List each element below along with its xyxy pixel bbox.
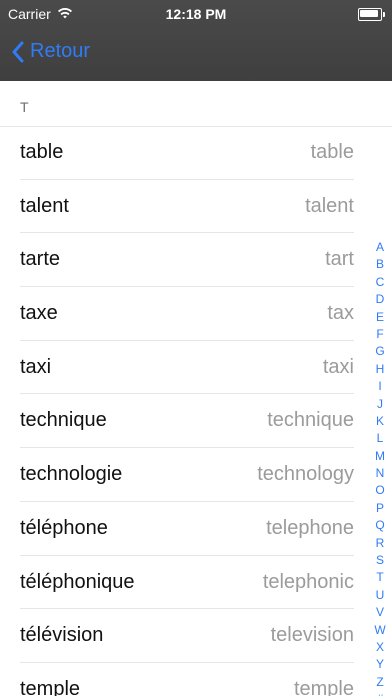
index-letter[interactable]: P [372,500,388,517]
index-letter[interactable]: T [372,569,388,586]
list-item[interactable]: téléphonique telephonic [0,556,392,610]
index-letter[interactable]: E [372,309,388,326]
french-word: technique [20,409,107,432]
word-list-content[interactable]: T table table talent talent tarte tart t… [0,81,392,696]
index-letter[interactable]: G [372,343,388,360]
list-item[interactable]: télévision television [0,609,392,663]
index-letter[interactable]: U [372,587,388,604]
index-letter[interactable]: C [372,274,388,291]
index-letter[interactable]: H [372,361,388,378]
english-translation: table [310,141,354,163]
list-item[interactable]: taxi taxi [0,341,392,395]
index-letter[interactable]: A [372,239,388,256]
french-word: taxe [20,302,58,325]
index-letter[interactable]: R [372,535,388,552]
index-letter[interactable]: Y [372,656,388,673]
list-item[interactable]: technique technique [0,394,392,448]
word-list[interactable]: table table talent talent tarte tart tax… [0,126,392,696]
french-word: téléphone [20,516,108,539]
back-label: Retour [30,40,91,62]
english-translation: tart [325,248,354,271]
index-letter[interactable]: J [372,396,388,413]
index-letter[interactable]: B [372,256,388,273]
status-bar: Carrier 12:18 PM [0,0,392,28]
french-word: temple [20,677,81,696]
french-word: table [20,141,64,163]
english-translation: television [270,624,354,647]
english-translation: telephonic [262,570,354,593]
navigation-bar: Retour [0,28,392,81]
index-letter[interactable]: X [372,639,388,656]
english-translation: technology [257,463,354,486]
index-letter[interactable]: I [372,378,388,395]
top-bar: Carrier 12:18 PM Retour [0,0,392,81]
index-letter[interactable]: D [372,291,388,308]
list-item[interactable]: temple temple [0,663,392,696]
index-letter[interactable]: Q [372,517,388,534]
battery-icon [358,8,385,21]
time-label: 12:18 PM [165,6,227,22]
index-letter[interactable]: Z [372,674,388,691]
french-word: télévision [20,624,104,647]
index-letter[interactable]: O [372,482,388,499]
english-translation: taxi [322,355,354,378]
english-translation: telephone [266,516,354,539]
index-letter[interactable]: M [372,448,388,465]
alphabet-index[interactable]: ABCDEFGHIJKLMNOPQRSTUVWXYZ# [372,239,388,696]
french-word: taxi [20,355,52,378]
back-button[interactable]: Retour [10,40,90,63]
index-letter[interactable]: # [372,691,388,696]
list-item[interactable]: taxe tax [0,287,392,341]
english-translation: talent [305,194,354,217]
list-item[interactable]: tarte tart [0,233,392,287]
index-letter[interactable]: W [372,622,388,639]
section-header: T [0,81,392,127]
index-letter[interactable]: F [372,326,388,343]
french-word: talent [20,194,69,217]
french-word: tarte [20,248,61,271]
section-header-label: T [20,99,30,115]
french-word: technologie [20,463,123,486]
list-item[interactable]: table table [0,126,392,180]
list-item[interactable]: téléphone telephone [0,502,392,556]
english-translation: temple [293,677,354,696]
chevron-left-icon [10,41,26,63]
list-item[interactable]: technologie technology [0,448,392,502]
english-translation: technique [267,409,354,432]
index-letter[interactable]: S [372,552,388,569]
index-letter[interactable]: L [372,430,388,447]
index-letter[interactable]: K [372,413,388,430]
index-letter[interactable]: V [372,604,388,621]
list-item[interactable]: talent talent [0,180,392,234]
english-translation: tax [327,302,354,325]
index-letter[interactable]: N [372,465,388,482]
french-word: téléphonique [20,570,135,593]
